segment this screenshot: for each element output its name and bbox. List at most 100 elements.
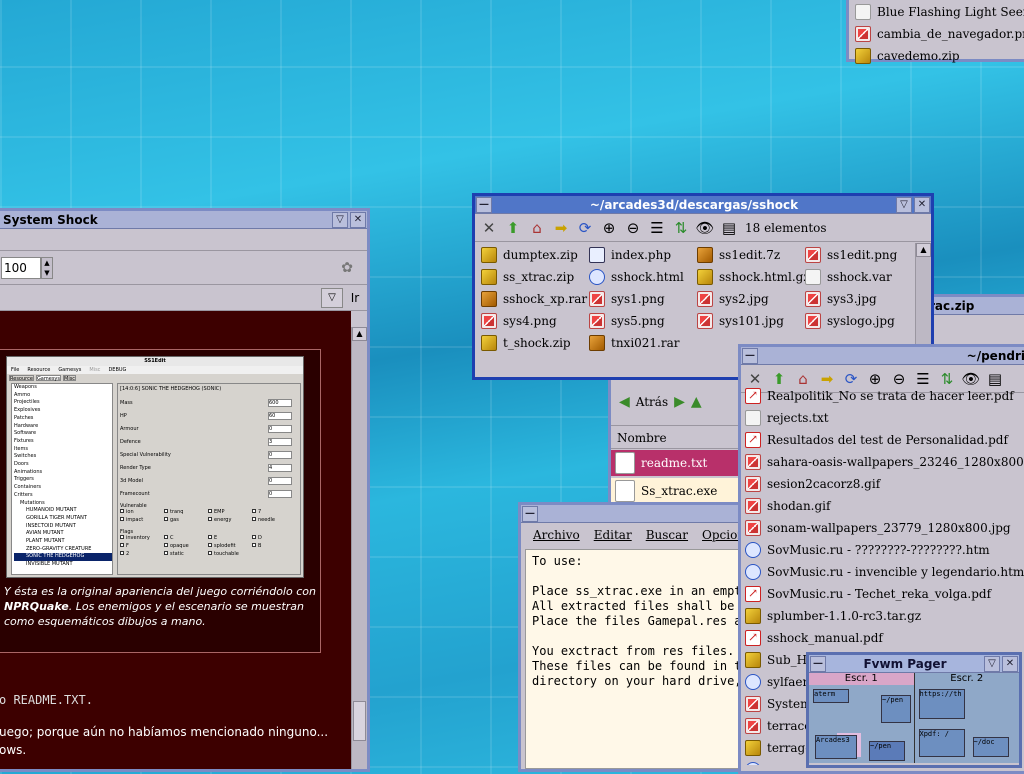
pager-titlebar[interactable]: — Fvwm Pager ▽ ✕ [809,655,1019,673]
up-arrow-icon[interactable]: ▲ [691,394,702,410]
window-menu-button[interactable]: — [810,655,826,672]
mini-window[interactable]: https://th [918,689,965,719]
reload-icon[interactable]: ⟳ [575,218,595,238]
list-item[interactable]: sshock_manual.pdf [745,627,1024,649]
shade-button[interactable]: ▽ [896,196,912,213]
list-item[interactable]: sesion2cacorz8.gif [745,473,1024,495]
file-item[interactable]: sshock.html.gz [697,268,810,286]
readme-link[interactable]: o README.TXT. [0,693,93,707]
txt-file-icon [745,410,761,426]
up-arrow-icon[interactable]: ⬆ [503,218,523,238]
menu-buscar[interactable]: Buscar [646,528,688,542]
file-item[interactable]: sys5.png [589,312,697,330]
checkbox-box [164,535,168,539]
close-button[interactable]: ✕ [1002,655,1018,672]
list-item[interactable]: Resultados del test de Personalidad.pdf [745,429,1024,451]
zoom-out-icon[interactable]: ⊖ [623,218,643,238]
shade-button[interactable]: ▽ [984,655,1000,672]
window-menu-button[interactable]: — [522,505,538,522]
go-button[interactable]: Ir [343,291,367,305]
menu-archivo[interactable]: Archivo [533,528,580,542]
stop-icon[interactable]: ✕ [479,218,499,238]
column-header-name[interactable]: Nombre [611,425,741,449]
file-item[interactable]: index.php [589,246,697,264]
mini-window[interactable]: Xpdf: / [918,729,965,757]
file-manager-titlebar[interactable]: — ~/arcades3d/descargas/sshock ▽ ✕ [475,196,931,214]
menu-editar[interactable]: Editar [594,528,632,542]
browser-scrollbar[interactable]: ▲ [351,327,367,769]
editor-titlebar[interactable]: — [521,505,751,523]
list-item[interactable]: Ss_xtrac.exe [611,478,741,504]
shade-button[interactable]: ▽ [332,211,348,228]
checkbox-box [252,535,256,539]
file-label: sshock.html [611,270,684,284]
file-label: sshock_xp.rar [503,292,588,306]
mini-window[interactable]: ~/doc [972,737,1009,757]
file-item[interactable]: t_shock.zip [481,334,589,352]
scroll-thumb[interactable] [353,701,366,741]
close-button[interactable]: ✕ [350,211,366,228]
list-item[interactable]: rejects.txt [745,407,1024,429]
file-item[interactable]: cambia_de_navegador.png [855,25,1024,43]
go-arrow-icon[interactable]: ➡ [551,218,571,238]
list-item[interactable]: readme.txt [611,450,741,476]
web-file-icon [589,269,605,285]
file-item[interactable]: ss1edit.png [805,246,913,264]
editor-textarea[interactable]: To use: Place ss_xtrac.exe in an empty All… [525,549,751,769]
sort-icon[interactable]: ⇅ [671,218,691,238]
pendrive-titlebar[interactable]: — ~/pendri [741,347,1024,365]
eye-icon[interactable]: 👁 [695,218,715,238]
list-item[interactable]: shodan.gif [745,495,1024,517]
file-label: sys4.png [503,314,557,328]
back-arrow-icon[interactable]: ◀ [619,394,630,410]
scroll-up-arrow[interactable]: ▲ [916,243,931,257]
scroll-up-arrow[interactable]: ▲ [352,327,367,341]
close-button[interactable]: ✕ [914,196,930,213]
file-item[interactable]: sys3.jpg [805,290,913,308]
list-item[interactable]: sonam-wallpapers_23779_1280x800.jpg [745,517,1024,539]
file-item[interactable]: Blue Flashing Light Seen Ov [855,3,1024,21]
file-label: sys5.png [611,314,665,328]
image-file-icon [855,26,871,42]
file-item[interactable]: sshock_xp.rar [481,290,589,308]
file-item[interactable]: sshock.var [805,268,913,286]
app-tabs: Resource Gamesys Misc [9,375,77,382]
mini-window[interactable]: aterm [813,689,849,703]
mini-window[interactable]: Arcades3 [815,735,857,759]
mini-window[interactable]: ~/pen [869,741,905,761]
back-button[interactable]: Atrás [636,395,668,409]
mini-window[interactable]: ~/pen [881,695,911,723]
file-item[interactable]: tnxi021.rar [589,334,697,352]
file-item[interactable]: sys101.jpg [697,312,805,330]
view-mode-icon[interactable]: ▤ [719,218,739,238]
desk-2[interactable]: Escr. 2 https://th Xpdf: / ~/doc [914,673,1019,763]
file-item[interactable]: syslogo.jpg [805,312,913,330]
img-file-icon [481,313,497,329]
home-icon[interactable]: ⌂ [527,218,547,238]
browser-titlebar[interactable]: System Shock ▽ ✕ [0,211,367,229]
window-menu-button[interactable]: — [476,196,492,213]
desk-1[interactable]: Escr. 1 aterm ~/pen Arcades3 ~/pen [809,673,915,763]
list-item[interactable]: splumber-1.1.0-rc3.tar.gz [745,605,1024,627]
list-item[interactable]: sahara-oasis-wallpapers_23246_1280x800.j… [745,451,1024,473]
zoom-stepper[interactable]: ▲ ▼ [41,256,53,279]
window-menu-button[interactable]: — [742,347,758,364]
list-view-icon[interactable]: ☰ [647,218,667,238]
file-item[interactable]: ss1edit.7z [697,246,805,264]
forward-arrow-icon[interactable]: ▶ [674,394,685,410]
file-item[interactable]: sys1.png [589,290,697,308]
list-item[interactable]: SovMusic.ru - Techet_reka_volga.pdf [745,583,1024,605]
file-item[interactable]: cavedemo.zip [855,47,1019,65]
file-item[interactable]: dumptex.zip [481,246,589,264]
zip-file-icon [745,652,761,668]
file-item[interactable]: ss_xtrac.zip [481,268,589,286]
zoom-field[interactable] [1,256,41,279]
list-item[interactable]: SovMusic.ru - invencible y legendario.ht… [745,561,1024,583]
location-dropdown-button[interactable]: ▽ [321,287,343,308]
zoom-in-icon[interactable]: ⊕ [599,218,619,238]
list-item[interactable]: SovMusic.ru - ????????-????????.htm [745,539,1024,561]
file-item[interactable]: sys2.jpg [697,290,805,308]
file-item[interactable]: sshock.html [589,268,697,286]
list-item[interactable]: Realpolitik_No se trata de hacer leer.pd… [745,385,1024,407]
file-item[interactable]: sys4.png [481,312,589,330]
